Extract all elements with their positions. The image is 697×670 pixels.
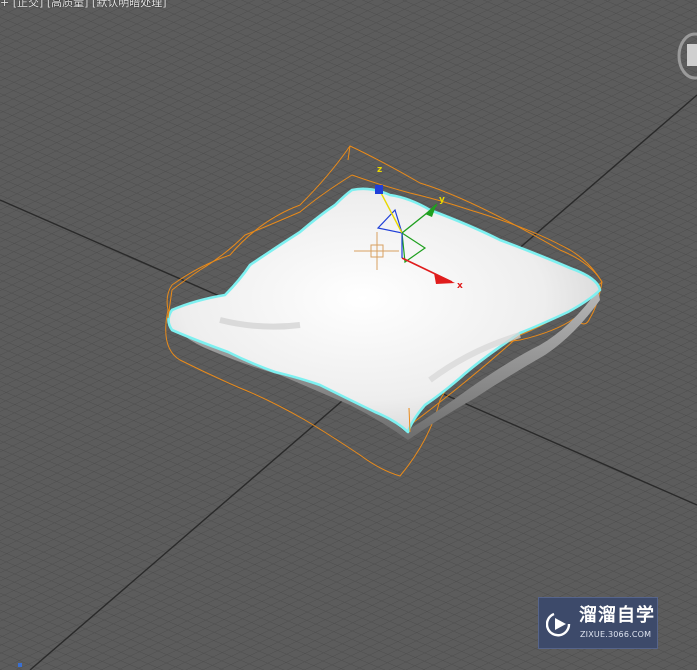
viewport-label-menu: + [正交] [高质量] [默认明暗处理]	[0, 0, 167, 10]
gizmo-x-label: x	[457, 281, 463, 291]
viewport-view-menu[interactable]: [正交]	[13, 0, 44, 9]
viewcube-icon[interactable]	[675, 30, 697, 82]
viewport-plus-menu[interactable]: +	[0, 0, 9, 9]
axis-corner-mark	[18, 663, 22, 667]
viewport-perspective[interactable]: z y x + [正交] [高质量] [默认明暗处理] 溜溜自学 ZIXUE.3…	[0, 0, 697, 670]
viewport-shading-menu[interactable]: [默认明暗处理]	[92, 0, 167, 9]
watermark-name: 溜溜自学	[579, 605, 655, 626]
gizmo-z-label: z	[377, 165, 382, 175]
gizmo-z-handle[interactable]	[375, 185, 383, 194]
viewport-quality-menu[interactable]: [高质量]	[47, 0, 89, 9]
play-logo-icon	[546, 612, 571, 637]
watermark-badge: 溜溜自学 ZIXUE.3066.COM	[538, 597, 658, 649]
viewport-scene[interactable]: z y x	[0, 0, 697, 670]
gizmo-y-label: y	[439, 195, 445, 205]
watermark-url: ZIXUE.3066.COM	[580, 630, 652, 639]
